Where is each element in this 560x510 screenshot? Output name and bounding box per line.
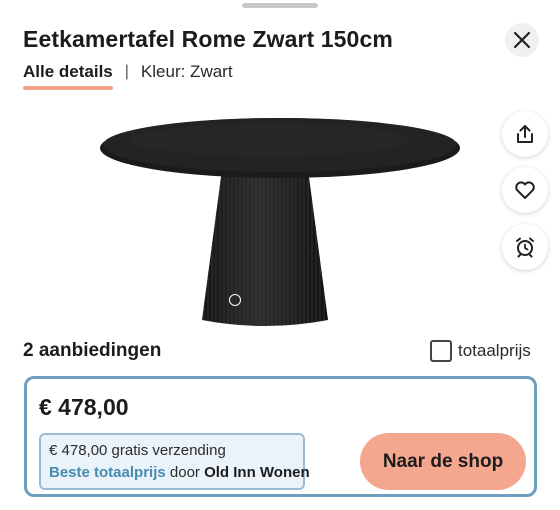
close-icon bbox=[513, 31, 531, 49]
shop-name: Old Inn Wonen bbox=[204, 464, 310, 481]
best-price-box: € 478,00 gratis verzending Beste totaalp… bbox=[39, 433, 310, 490]
offer-card[interactable]: € 478,00 € 478,00 gratis verzending Best… bbox=[24, 376, 537, 497]
drag-handle[interactable] bbox=[242, 3, 318, 8]
share-button[interactable] bbox=[502, 111, 548, 157]
go-to-shop-button[interactable]: Naar de shop bbox=[360, 433, 526, 490]
by-text: door bbox=[169, 464, 200, 481]
tab-color[interactable]: Kleur: Zwart bbox=[141, 62, 233, 88]
tab-all-details[interactable]: Alle details bbox=[23, 62, 113, 90]
share-icon bbox=[517, 125, 533, 143]
total-price-toggle[interactable]: totaalprijs bbox=[430, 340, 531, 362]
tabs: Alle details | Kleur: Zwart bbox=[23, 62, 233, 90]
favorite-button[interactable] bbox=[502, 167, 548, 213]
offers-count: 2 aanbiedingen bbox=[23, 340, 162, 361]
image-pagination-dot[interactable] bbox=[229, 294, 241, 306]
alarm-clock-icon bbox=[516, 237, 534, 258]
product-image[interactable] bbox=[95, 102, 465, 334]
offer-price: € 478,00 bbox=[39, 394, 129, 420]
price-alert-button[interactable] bbox=[502, 224, 548, 270]
total-price-checkbox[interactable] bbox=[430, 340, 452, 362]
close-button[interactable] bbox=[505, 23, 539, 57]
page-title: Eetkamertafel Rome Zwart 150cm bbox=[23, 26, 393, 52]
heart-icon bbox=[515, 181, 535, 199]
tab-separator: | bbox=[124, 63, 129, 80]
total-price-label: totaalprijs bbox=[458, 341, 531, 360]
best-price-label: Beste totaalprijs bbox=[49, 464, 166, 481]
shipping-text: € 478,00 gratis verzending bbox=[49, 442, 226, 459]
best-price-line: Beste totaalprijs door Old Inn Wonen bbox=[49, 462, 310, 484]
